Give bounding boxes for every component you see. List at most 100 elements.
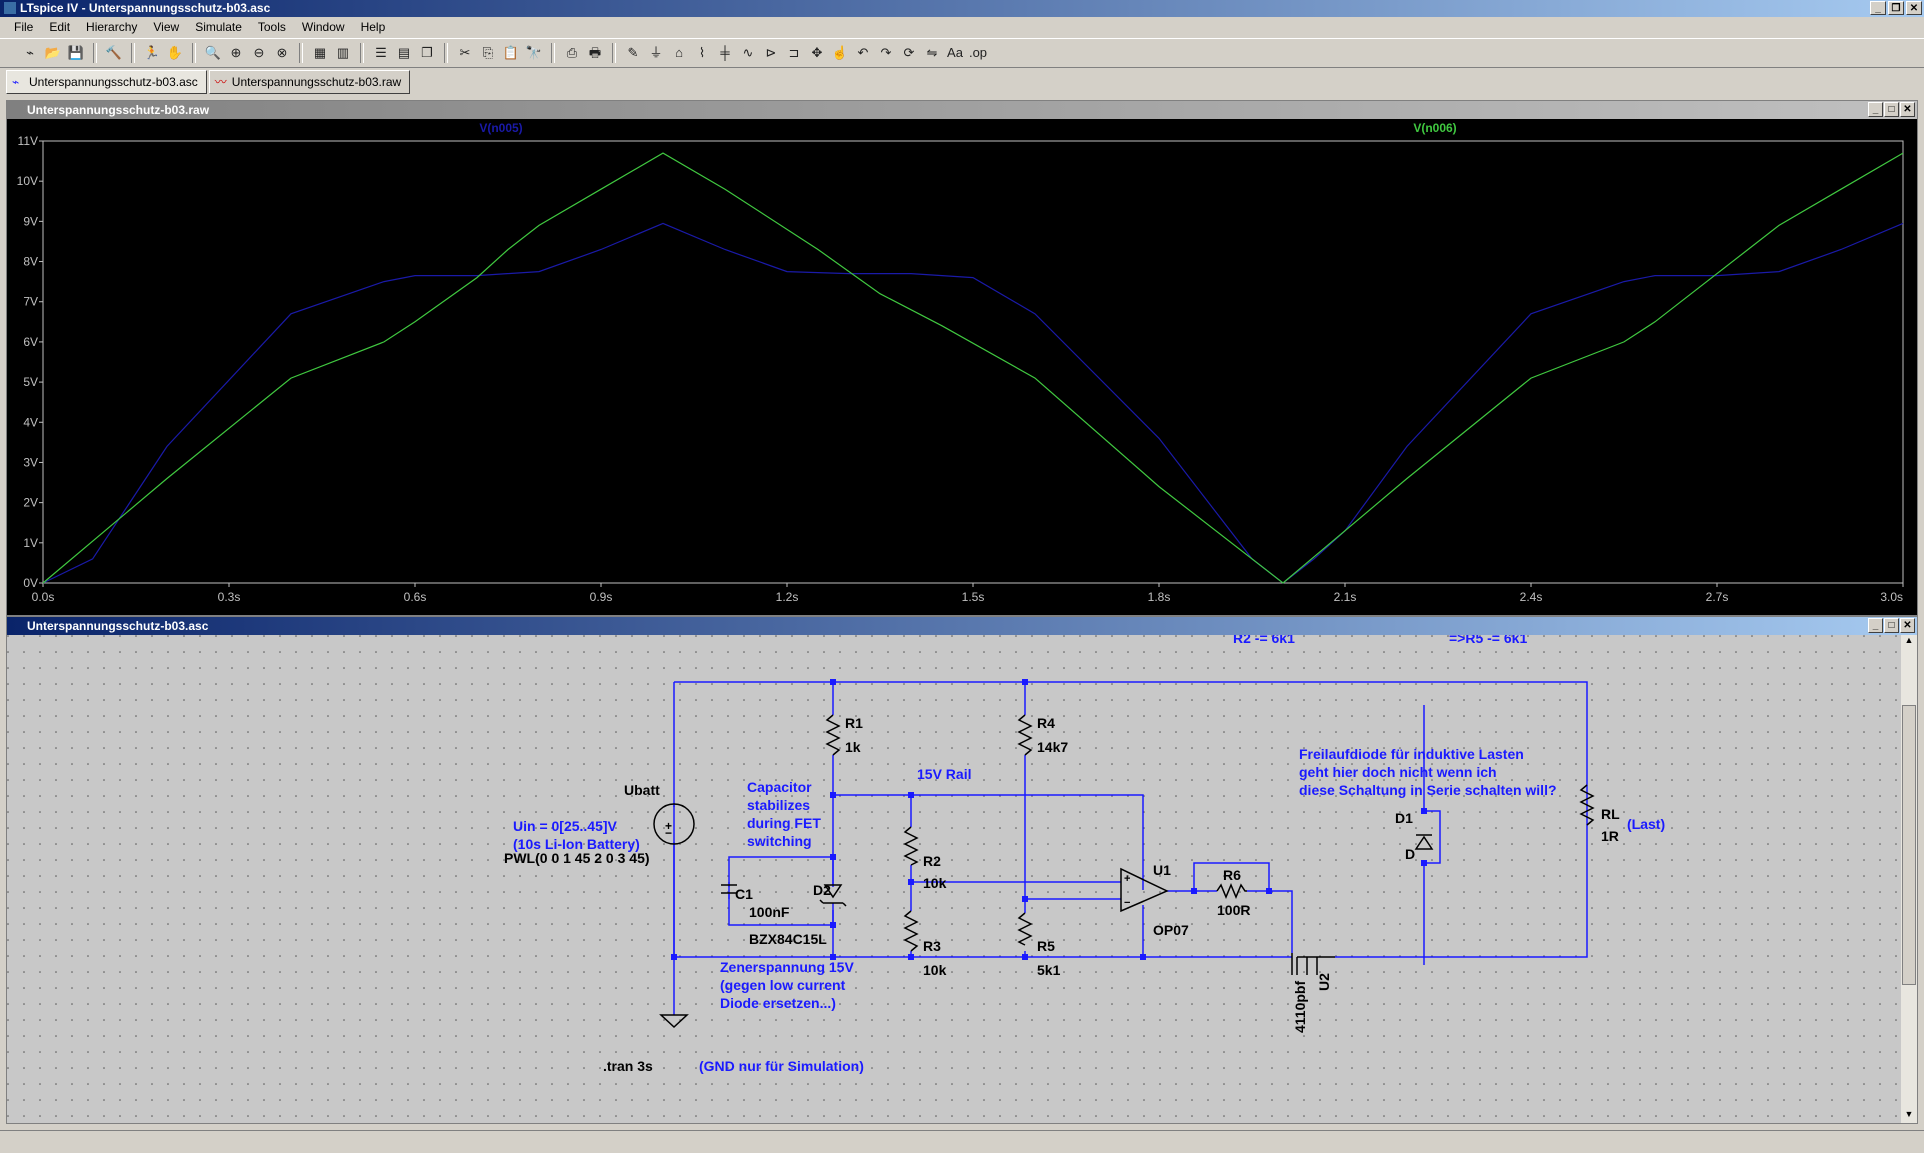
rail-label[interactable]: 15V Rail [917,766,971,782]
ubatt-name[interactable]: Ubatt [624,782,660,798]
r4-name[interactable]: R4 [1037,715,1055,731]
d2-name[interactable]: D2 [813,882,831,898]
freilauf-comment-line2[interactable]: geht hier doch nicht wenn ich [1299,764,1497,780]
r5-name[interactable]: R5 [1037,938,1055,954]
redo-icon[interactable]: ↷ [876,43,896,63]
scroll-up-icon[interactable]: ▲ [1901,635,1917,649]
menu-simulate[interactable]: Simulate [187,17,250,37]
maximize-button[interactable]: □ [1884,618,1899,633]
d2-value[interactable]: BZX84C15L [749,931,827,947]
vertical-scrollbar[interactable]: ▲ ▼ [1901,635,1917,1123]
r4-value[interactable]: 14k7 [1037,739,1068,755]
c1-name[interactable]: C1 [735,886,753,902]
c1-value[interactable]: 100nF [749,904,790,920]
freilauf-comment-line3[interactable]: diese Schaltung in Serie schalten will? [1299,782,1557,798]
cap-comment-line1[interactable]: Capacitor [747,779,812,795]
diode-icon[interactable]: ⊳ [761,43,781,63]
paste-icon[interactable]: 📋 [501,43,521,63]
u1-value[interactable]: OP07 [1153,922,1189,938]
tile-vertical-icon[interactable]: ▤ [394,43,414,63]
print-icon[interactable]: 🖶 [585,43,605,63]
menu-file[interactable]: File [6,17,41,37]
copy-icon[interactable]: ⎘ [478,43,498,63]
tab-waveform[interactable]: 〰 Unterspannungsschutz-b03.raw [208,70,411,94]
label-net-icon[interactable]: ⌂ [669,43,689,63]
inductor-icon[interactable]: ∿ [738,43,758,63]
menu-view[interactable]: View [145,17,187,37]
uin-comment-line2[interactable]: (10s Li-Ion Battery) [513,836,640,852]
menu-help[interactable]: Help [353,17,394,37]
r2-value[interactable]: 10k [923,875,947,891]
freilauf-comment-line1[interactable]: Freilaufdiode für induktive Lasten [1299,746,1524,762]
zener-comment-line3[interactable]: Diode ersetzen...) [720,995,836,1011]
minimize-button[interactable]: _ [1870,1,1886,15]
menu-window[interactable]: Window [294,17,353,37]
cap-comment-line2[interactable]: stabilizes [747,797,810,813]
close-button[interactable]: ✕ [1906,1,1922,15]
zener-comment-line2[interactable]: (gegen low current [720,977,846,993]
wire-icon[interactable]: ✎ [623,43,643,63]
close-button[interactable]: ✕ [1900,102,1915,117]
ubatt-value[interactable]: PWL(0 0 1 45 2 0 3 45) [504,850,650,866]
undo-icon[interactable]: ↶ [853,43,873,63]
move-icon[interactable]: ✥ [807,43,827,63]
u2-name[interactable]: U2 [1316,973,1332,991]
capacitor-icon[interactable]: ╪ [715,43,735,63]
tran-directive[interactable]: .tran 3s [603,1058,653,1074]
tile-horizontal-icon[interactable]: ☰ [371,43,391,63]
restore-button[interactable]: ❐ [1888,1,1904,15]
r3-name[interactable]: R3 [923,938,941,954]
save-icon[interactable]: 💾 [66,43,86,63]
gnd-comment[interactable]: (GND nur für Simulation) [699,1058,864,1074]
zoom-fit-icon[interactable]: ⊗ [272,43,292,63]
ground-icon[interactable]: ⏚ [646,43,666,63]
scroll-down-icon[interactable]: ▼ [1901,1109,1917,1123]
r6-value[interactable]: 100R [1217,902,1250,918]
u1-name[interactable]: U1 [1153,862,1171,878]
schematic-canvas[interactable]: R2 -= 6k1 =>R5 -= 6k1 + − + − R1 1k R4 1… [7,635,1901,1123]
control-panel-icon[interactable]: 🔨 [104,43,124,63]
cap-comment-line4[interactable]: switching [747,833,812,849]
rl-name[interactable]: RL [1601,806,1620,822]
uin-comment-line1[interactable]: Uin = 0[25..45]V [513,818,618,834]
cut-icon[interactable]: ✂ [455,43,475,63]
r6-name[interactable]: R6 [1223,867,1241,883]
rl-value[interactable]: 1R [1601,828,1619,844]
minimize-button[interactable]: _ [1868,102,1883,117]
r2-name[interactable]: R2 [923,853,941,869]
cascade-icon[interactable]: ❐ [417,43,437,63]
drag-icon[interactable]: ☝ [830,43,850,63]
r1-name[interactable]: R1 [845,715,863,731]
minimize-button[interactable]: _ [1868,618,1883,633]
u2-value[interactable]: 4110pbf [1292,981,1308,1033]
autorange-icon[interactable]: ▦ [310,43,330,63]
delete-traces-icon[interactable]: ▥ [333,43,353,63]
trace2-legend-label[interactable]: V(n006) [1413,121,1456,135]
note-r5[interactable]: =>R5 -= 6k1 [1449,635,1527,646]
trace-1-line[interactable] [42,222,1904,584]
menu-edit[interactable]: Edit [41,17,78,37]
tab-schematic[interactable]: ⌁ Unterspannungsschutz-b03.asc [6,70,207,94]
run-icon[interactable]: 🏃 [142,43,162,63]
print-preview-icon[interactable]: ⎙ [562,43,582,63]
d1-value[interactable]: D [1405,846,1415,862]
resistor-icon[interactable]: ⌇ [692,43,712,63]
scroll-thumb[interactable] [1902,705,1916,985]
maximize-button[interactable]: □ [1884,102,1899,117]
trace-2-line[interactable] [42,152,1904,584]
menu-tools[interactable]: Tools [250,17,294,37]
component-icon[interactable]: ⊐ [784,43,804,63]
text-icon[interactable]: Aa [945,43,965,63]
new-schematic-icon[interactable]: ⌁ [20,43,40,63]
zener-comment-line1[interactable]: Zenerspannung 15V [720,959,854,975]
trace1-legend-label[interactable]: V(n005) [479,121,522,135]
mirror-icon[interactable]: ⇋ [922,43,942,63]
menu-hierarchy[interactable]: Hierarchy [78,17,145,37]
find-icon[interactable]: 🔭 [524,43,544,63]
r3-value[interactable]: 10k [923,962,947,978]
r1-value[interactable]: 1k [845,739,861,755]
note-r2[interactable]: R2 -= 6k1 [1233,635,1295,646]
d1-name[interactable]: D1 [1395,810,1413,826]
halt-icon[interactable]: ✋ [165,43,185,63]
waveform-plot-pane[interactable]: V(n005) V(n006) 0V 1V 2V 3V 4V 5V 6V 7V 8V 9V 10V 1… [7,119,1917,615]
